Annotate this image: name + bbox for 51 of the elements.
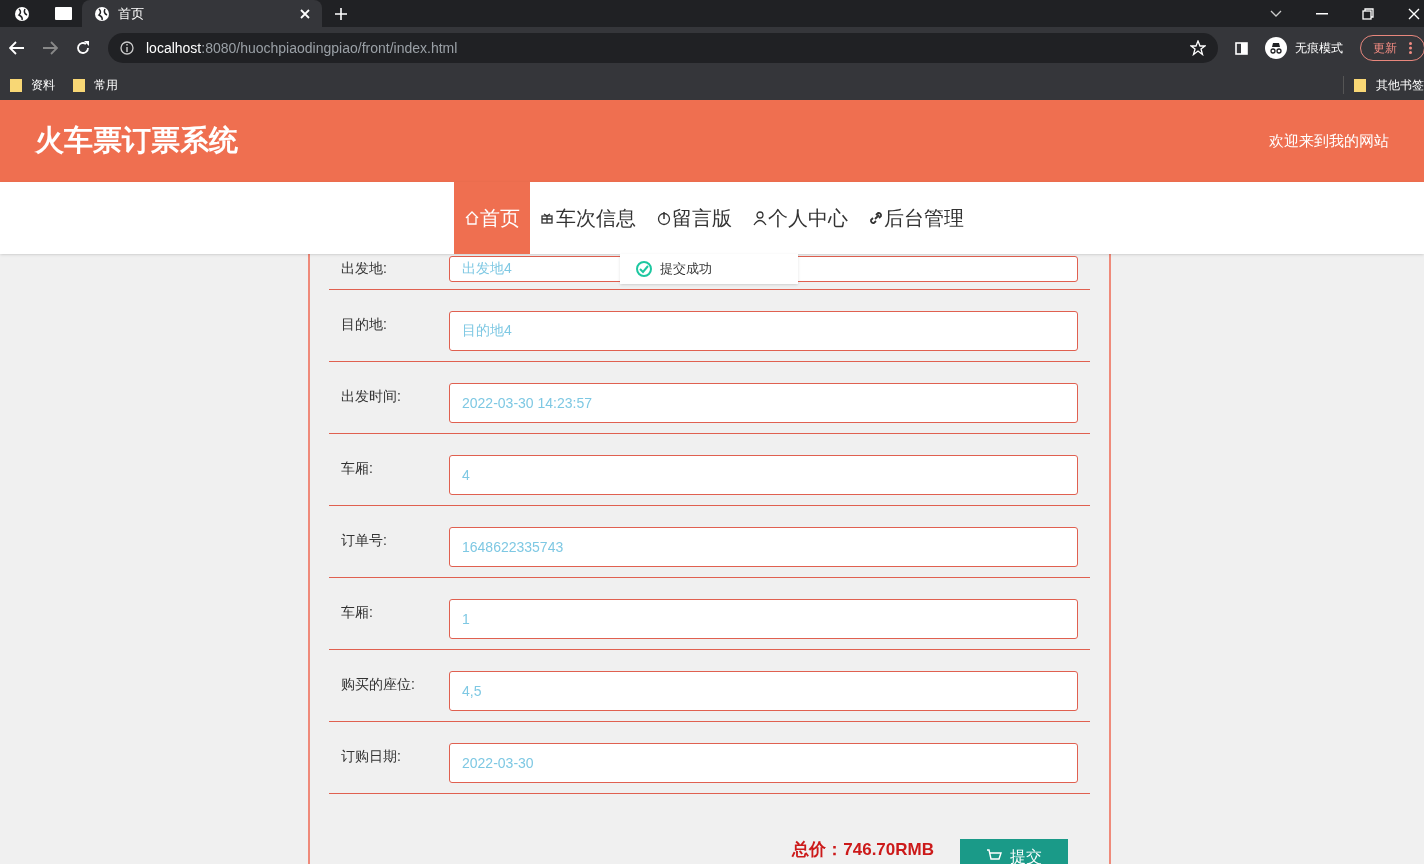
forward-icon xyxy=(42,41,58,55)
folder-icon xyxy=(1354,77,1366,92)
cart-icon xyxy=(986,848,1002,863)
nav-link[interactable]: 个人中心 xyxy=(742,182,858,254)
nav-link[interactable]: 留言版 xyxy=(646,182,742,254)
globe-icon xyxy=(14,5,30,22)
close-icon xyxy=(1408,7,1420,20)
back-icon xyxy=(9,41,25,55)
field-label: 出发时间: xyxy=(340,387,402,406)
incognito-icon xyxy=(1265,37,1287,59)
close-icon xyxy=(300,8,310,19)
welcome-text: 欢迎来到我的网站 xyxy=(1269,130,1389,151)
plus-icon xyxy=(334,6,348,21)
home-icon xyxy=(464,210,480,226)
success-toast: 提交成功 xyxy=(620,254,798,284)
restore-icon xyxy=(1362,7,1374,20)
bookmark-item[interactable]: 资料 xyxy=(10,75,55,94)
field-label: 订单号: xyxy=(340,531,388,550)
more-icon xyxy=(1409,42,1412,54)
reload-icon xyxy=(75,40,91,56)
globe-icon xyxy=(94,5,110,22)
chevron-down-icon xyxy=(1270,9,1282,18)
field-label: 购买的座位: xyxy=(340,675,416,694)
field-label: 订购日期: xyxy=(340,747,402,766)
site-title: 火车票订票系统 xyxy=(35,123,238,159)
total-price: 总价：746.70RMB xyxy=(792,839,934,861)
browser-tab[interactable]: 首页 xyxy=(82,0,322,27)
profile-button[interactable]: 无痕模式 xyxy=(1265,37,1343,59)
sidebar-icon xyxy=(1235,41,1248,55)
field-label: 车厢: xyxy=(340,603,374,622)
folder-icon xyxy=(10,77,22,92)
submit-button[interactable]: 提交 xyxy=(960,838,1068,864)
minimize-icon xyxy=(1316,12,1328,15)
power-icon xyxy=(656,210,672,226)
user-icon xyxy=(752,210,768,226)
field-label: 目的地: xyxy=(340,315,388,334)
star-icon xyxy=(1190,40,1206,56)
link-icon xyxy=(868,210,884,226)
field-label: 出发地: xyxy=(340,259,388,278)
address-bar[interactable]: localhost:8080/huochpiaodingpiao/front/index.html xyxy=(108,33,1218,63)
check-circle-icon xyxy=(636,261,652,277)
url-text: localhost:8080/huochpiaodingpiao/front/index.html xyxy=(146,38,459,58)
field-label: 车厢: xyxy=(340,459,374,478)
nav-link[interactable]: 后台管理 xyxy=(858,182,974,254)
folder-icon xyxy=(73,77,85,92)
nav-link[interactable]: 车次信息 xyxy=(530,182,646,254)
window-icon xyxy=(54,7,72,20)
info-icon xyxy=(120,41,134,55)
bookmark-item[interactable]: 其他书签 xyxy=(1343,75,1424,94)
bookmark-item[interactable]: 常用 xyxy=(73,75,118,94)
nav-link[interactable]: 首页 xyxy=(454,182,530,254)
